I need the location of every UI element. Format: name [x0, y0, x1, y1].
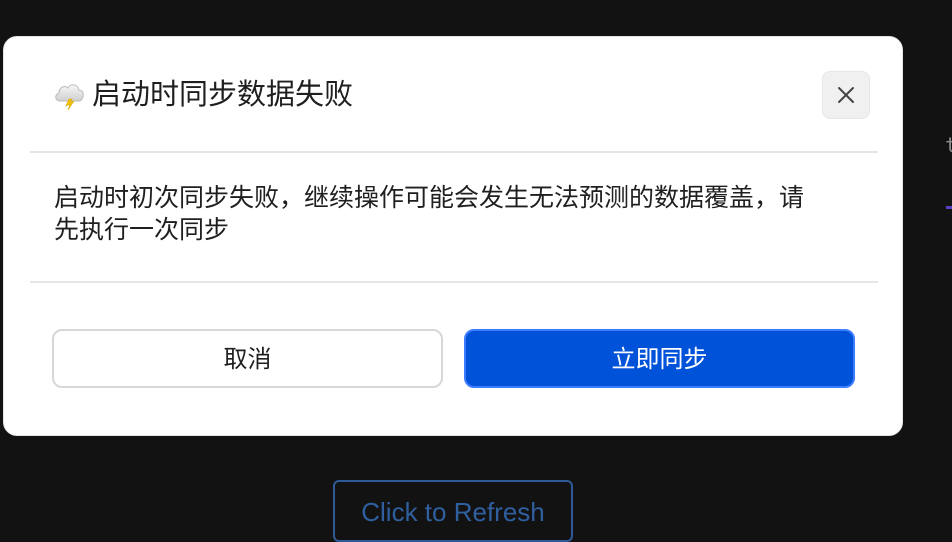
thunder-cloud-icon: [52, 77, 86, 111]
refresh-button[interactable]: Click to Refresh: [333, 480, 573, 542]
dialog-body: 启动时初次同步失败，继续操作可能会发生无法预测的数据覆盖，请先执行一次同步: [30, 153, 878, 283]
background-edge-line: [946, 206, 952, 209]
dialog-title-row: 启动时同步数据失败: [52, 74, 353, 114]
close-icon: [838, 87, 854, 103]
dialog-title: 启动时同步数据失败: [92, 77, 354, 111]
sync-failed-dialog: 启动时同步数据失败 启动时初次同步失败，继续操作可能会发生无法预测的数据覆盖，请…: [3, 36, 903, 436]
sync-now-button[interactable]: 立即同步: [464, 329, 855, 388]
dialog-message: 启动时初次同步失败，继续操作可能会发生无法预测的数据覆盖，请先执行一次同步: [54, 183, 805, 244]
close-button[interactable]: [822, 71, 870, 119]
dialog-footer: 取消 立即同步: [52, 329, 856, 388]
background-edge-text: t: [945, 133, 952, 157]
dialog-header: 启动时同步数据失败: [30, 37, 878, 153]
cancel-button[interactable]: 取消: [52, 329, 443, 388]
